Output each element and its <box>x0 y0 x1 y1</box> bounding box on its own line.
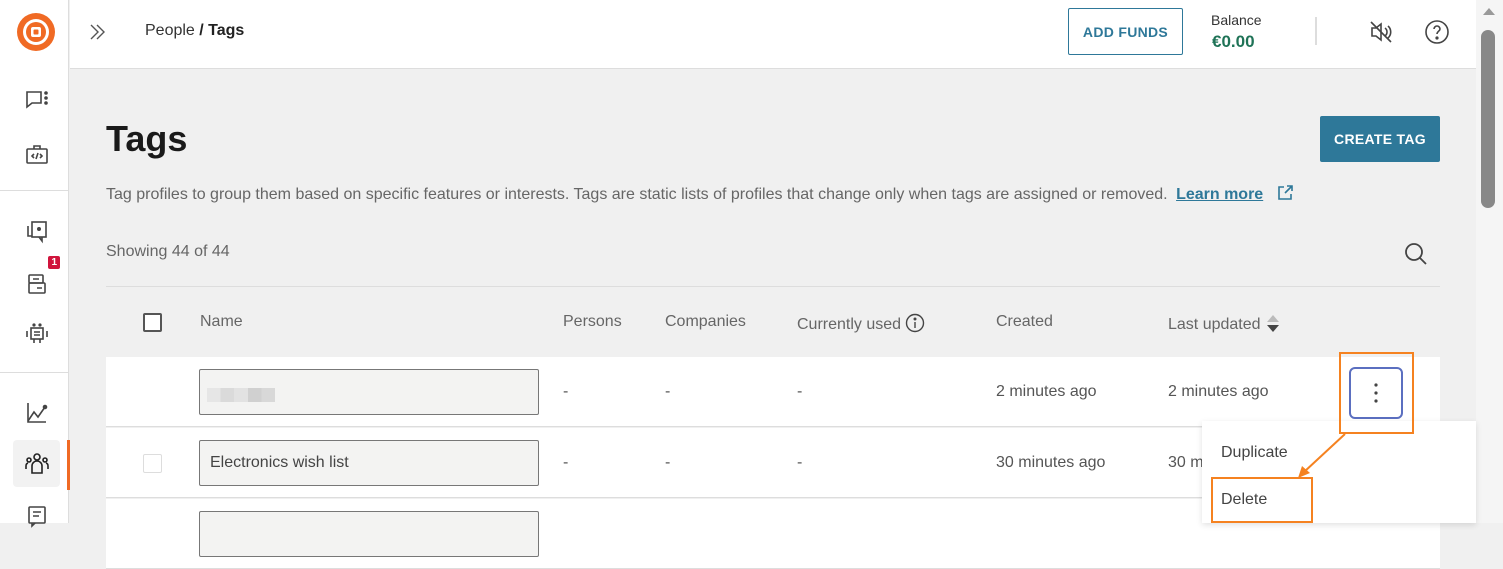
chat-menu-icon <box>25 90 48 109</box>
chart-icon <box>26 402 47 423</box>
column-created[interactable]: Created <box>996 313 1053 331</box>
chat-copy-icon <box>26 220 47 243</box>
last-updated-cell: 30 m <box>1168 454 1204 471</box>
notification-badge: 1 <box>48 256 60 269</box>
balance-value: €0.00 <box>1212 32 1255 51</box>
sidebar-item-campaigns[interactable]: 1 <box>13 256 60 307</box>
blurred-name <box>207 388 275 402</box>
balance-label: Balance <box>1211 12 1262 28</box>
description-text: Tag profiles to group them based on spec… <box>106 186 1168 203</box>
tag-name-field[interactable] <box>199 511 539 557</box>
form-icon <box>27 273 46 294</box>
sidebar-item-developer[interactable] <box>13 130 60 177</box>
result-count: Showing 44 of 44 <box>106 243 230 260</box>
robot-icon <box>25 322 48 343</box>
sound-muted-icon[interactable] <box>1368 19 1394 45</box>
last-updated-cell: 2 minutes ago <box>1168 383 1269 400</box>
code-bag-icon <box>25 144 48 164</box>
create-tag-button[interactable]: CREATE TAG <box>1320 116 1440 162</box>
breadcrumb-tags: Tags <box>208 22 245 39</box>
annotation-arrow-icon <box>1298 433 1346 478</box>
highlight-box-actions <box>1339 352 1414 434</box>
currently-used-cell: - <box>797 383 803 400</box>
table-row[interactable]: - - - 2 minutes ago 2 minutes ago <box>106 357 1440 427</box>
sort-icon[interactable] <box>1266 313 1280 333</box>
learn-more-link[interactable]: Learn more <box>1176 186 1263 203</box>
top-bar: People / Tags ADD FUNDS Balance €0.00 <box>70 0 1476 69</box>
note-icon <box>27 505 46 528</box>
companies-cell: - <box>665 454 671 471</box>
companies-cell: - <box>665 383 671 400</box>
app-logo-icon[interactable] <box>17 13 55 51</box>
search-icon[interactable] <box>1403 241 1429 267</box>
header-divider <box>1315 17 1317 45</box>
people-icon <box>24 452 49 474</box>
active-indicator <box>67 440 70 490</box>
persons-cell: - <box>563 454 569 471</box>
add-funds-button[interactable]: ADD FUNDS <box>1068 8 1183 55</box>
column-name[interactable]: Name <box>200 313 243 331</box>
info-icon[interactable] <box>905 313 925 333</box>
tag-name-field[interactable] <box>199 369 539 415</box>
select-all-checkbox[interactable] <box>143 313 162 332</box>
sidebar-divider <box>0 372 69 373</box>
created-cell: 30 minutes ago <box>996 454 1106 471</box>
sidebar-divider <box>0 190 69 191</box>
sidebar-item-people[interactable] <box>13 440 60 487</box>
sidebar: 1 <box>0 0 70 528</box>
sidebar-item-analytics[interactable] <box>13 389 60 436</box>
breadcrumb-separator: / <box>194 22 209 39</box>
row-checkbox[interactable] <box>143 454 162 473</box>
menu-item-duplicate[interactable]: Duplicate <box>1221 444 1288 462</box>
table-header: Name Persons Companies Currently used Cr… <box>106 287 1440 357</box>
column-currently-used-label: Currently used <box>797 316 902 333</box>
scroll-thumb[interactable] <box>1481 30 1495 208</box>
persons-cell: - <box>563 383 569 400</box>
column-companies[interactable]: Companies <box>665 313 746 331</box>
breadcrumb: People / Tags <box>145 22 244 40</box>
tag-name-field[interactable]: Electronics wish list <box>199 440 539 486</box>
sidebar-item-conversations[interactable] <box>13 76 60 123</box>
sidebar-item-notes[interactable] <box>13 492 60 539</box>
external-link-icon[interactable] <box>1276 184 1294 202</box>
column-last-updated[interactable]: Last updated <box>1168 313 1280 334</box>
page-title: Tags <box>106 118 188 159</box>
scroll-up-arrow-icon[interactable] <box>1483 8 1495 15</box>
breadcrumb-people[interactable]: People <box>145 22 195 39</box>
currently-used-cell: - <box>797 454 803 471</box>
column-last-updated-label: Last updated <box>1168 316 1261 333</box>
column-persons[interactable]: Persons <box>563 313 622 331</box>
sidebar-item-automation[interactable] <box>13 310 60 357</box>
help-icon[interactable] <box>1424 19 1450 45</box>
created-cell: 2 minutes ago <box>996 383 1097 400</box>
sidebar-item-templates[interactable] <box>13 207 60 254</box>
page-description: Tag profiles to group them based on spec… <box>106 184 1294 204</box>
expand-sidebar-icon[interactable] <box>86 20 110 44</box>
scrollbar[interactable] <box>1476 0 1503 523</box>
column-currently-used[interactable]: Currently used <box>797 313 925 334</box>
